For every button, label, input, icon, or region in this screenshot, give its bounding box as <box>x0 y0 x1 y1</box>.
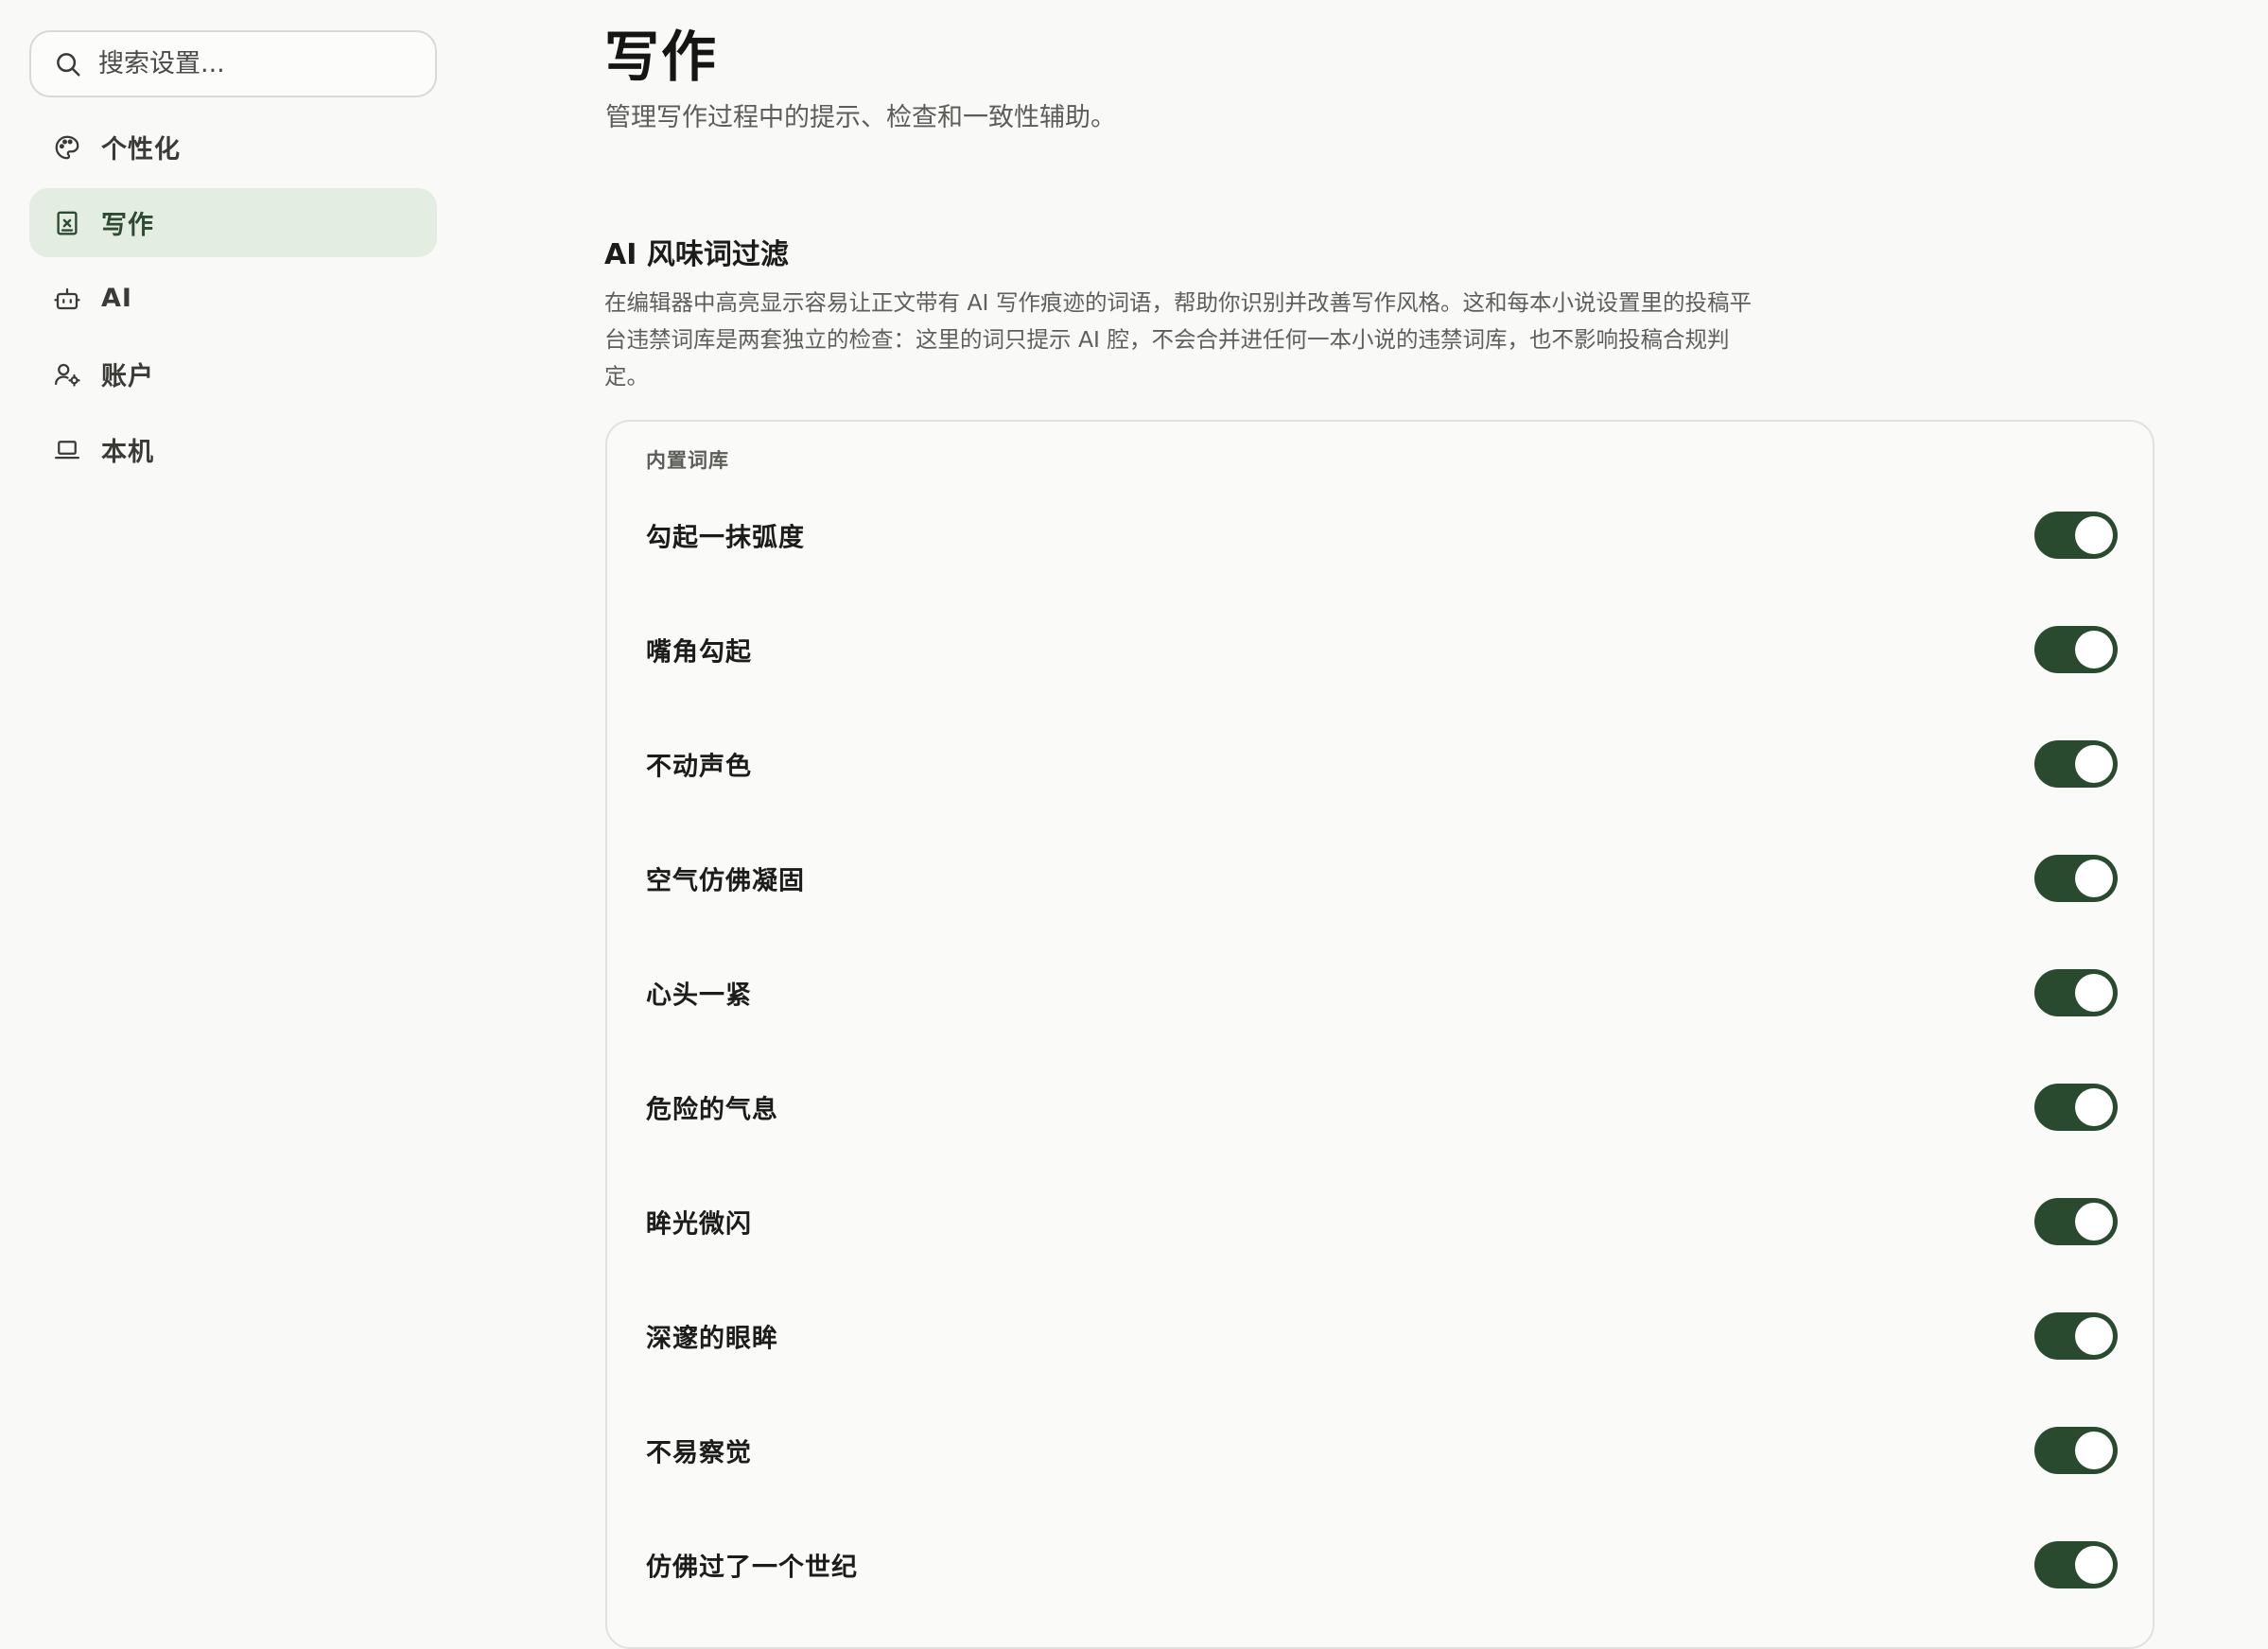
toggle-knob <box>2075 744 2113 783</box>
wordlist-row-label: 空气仿佛凝固 <box>646 866 805 895</box>
section-description-line: 在编辑器中高亮显示容易让正文带有 AI 写作痕迹的词语，帮助你识别并改善写作风格… <box>604 289 1752 316</box>
builtin-wordlist-card: 内置词库 勾起一抹弧度 嘴角勾起 不动声色 空气仿佛凝固 心头一紧 危险的气息 … <box>605 420 2155 1649</box>
toggle-knob <box>2075 859 2113 897</box>
toggle-knob <box>2075 1202 2113 1241</box>
wordlist-row: 深邃的眼眸 <box>607 1278 2153 1393</box>
wordlist-toggle[interactable] <box>2034 511 2118 559</box>
section-description: 在编辑器中高亮显示容易让正文带有 AI 写作痕迹的词语，帮助你识别并改善写作风格… <box>604 285 1782 395</box>
toggle-knob <box>2075 515 2113 554</box>
wordlist-row: 仿佛过了一个世纪 <box>607 1507 2153 1622</box>
wordlist-toggle[interactable] <box>2034 968 2118 1016</box>
wordlist-toggle[interactable] <box>2034 1197 2118 1245</box>
wordlist-toggle[interactable] <box>2034 1540 2118 1588</box>
wordlist-row-label: 不动声色 <box>646 752 752 781</box>
wordlist-row-label: 不易察觉 <box>646 1438 752 1467</box>
toggle-knob <box>2075 1545 2113 1584</box>
wordlist-toggle[interactable] <box>2034 1083 2118 1131</box>
section-description-line: 定。 <box>604 363 649 390</box>
section-title: AI 风味词过滤 <box>604 238 789 271</box>
wordlist-row: 危险的气息 <box>607 1050 2153 1164</box>
wordlist-toggle[interactable] <box>2034 739 2118 788</box>
wordlist-row: 空气仿佛凝固 <box>607 821 2153 935</box>
settings-main: 写作 管理写作过程中的提示、检查和一致性辅助。 AI 风味词过滤 在编辑器中高亮… <box>0 0 2268 1649</box>
wordlist-row-label: 心头一紧 <box>646 981 752 1010</box>
wordlist-row-label: 勾起一抹弧度 <box>646 523 805 552</box>
page-title: 写作 <box>604 25 719 89</box>
wordlist-row-label: 嘴角勾起 <box>646 637 752 667</box>
wordlist-row: 心头一紧 <box>607 935 2153 1050</box>
wordlist-row-label: 深邃的眼眸 <box>646 1324 778 1353</box>
wordlist-row: 嘴角勾起 <box>607 592 2153 706</box>
toggle-knob <box>2075 630 2113 668</box>
wordlist-toggle[interactable] <box>2034 625 2118 673</box>
wordlist-row: 不动声色 <box>607 706 2153 821</box>
wordlist-row: 眸光微闪 <box>607 1164 2153 1278</box>
toggle-knob <box>2075 1431 2113 1469</box>
page-subtitle: 管理写作过程中的提示、检查和一致性辅助。 <box>605 103 1116 132</box>
wordlist-row-label: 眸光微闪 <box>646 1209 752 1239</box>
wordlist-row-label: 仿佛过了一个世纪 <box>646 1553 858 1582</box>
card-label: 内置词库 <box>646 449 729 472</box>
wordlist-row-label: 危险的气息 <box>646 1095 778 1124</box>
toggle-knob <box>2075 1316 2113 1355</box>
section-description-line: 台违禁词库是两套独立的检查：这里的词只提示 AI 腔，不会合并进任何一本小说的违… <box>604 326 1730 353</box>
wordlist-toggle[interactable] <box>2034 1426 2118 1474</box>
toggle-knob <box>2075 973 2113 1012</box>
toggle-knob <box>2075 1087 2113 1126</box>
wordlist-row: 勾起一抹弧度 <box>607 477 2153 592</box>
wordlist-row: 不易察觉 <box>607 1393 2153 1507</box>
wordlist-toggle[interactable] <box>2034 1311 2118 1360</box>
wordlist-toggle[interactable] <box>2034 854 2118 902</box>
